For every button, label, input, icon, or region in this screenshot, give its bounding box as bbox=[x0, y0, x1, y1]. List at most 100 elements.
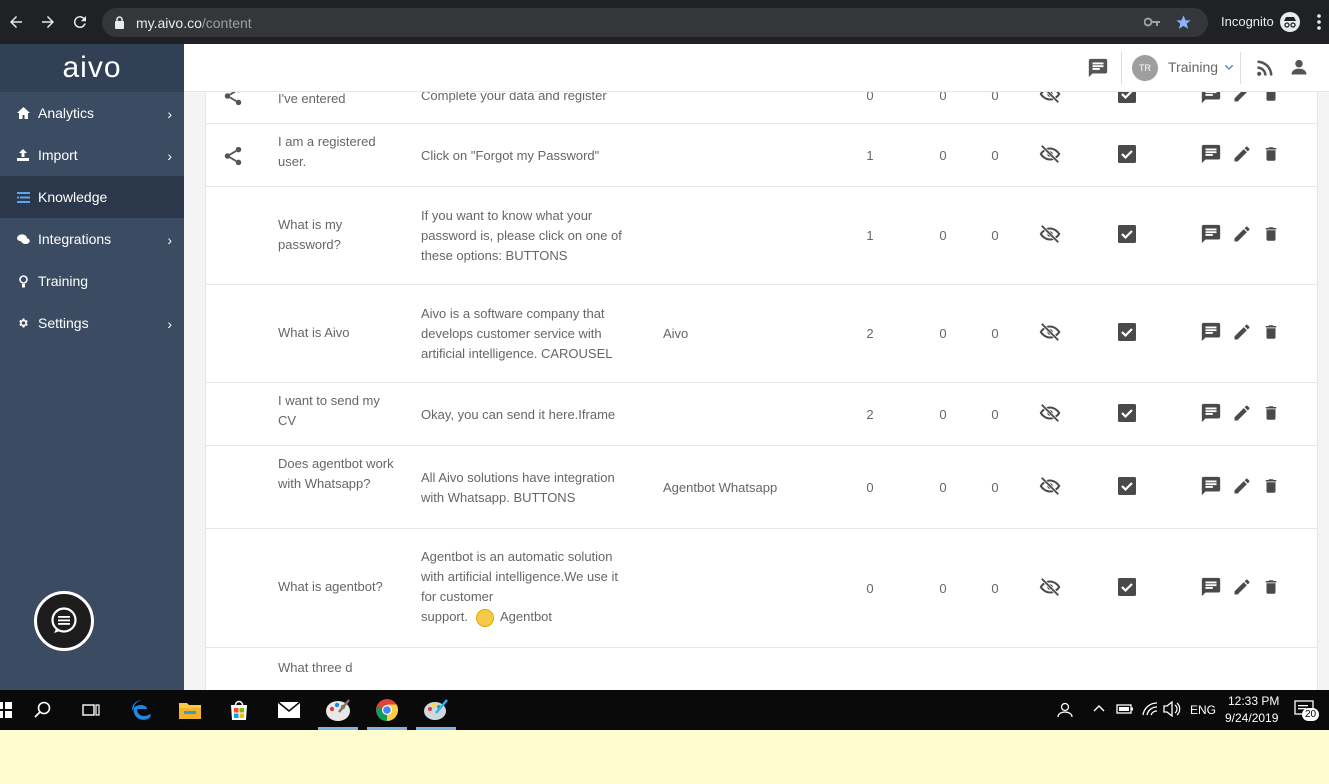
count-1: 0 bbox=[866, 92, 874, 103]
comment-icon[interactable] bbox=[1200, 223, 1222, 251]
visibility-off-icon[interactable] bbox=[1038, 321, 1062, 343]
enabled-checkbox[interactable] bbox=[1117, 476, 1137, 496]
delete-trash-icon[interactable] bbox=[1262, 577, 1280, 603]
sidebar-item-analytics[interactable]: Analytics › bbox=[0, 92, 184, 134]
delete-trash-icon[interactable] bbox=[1262, 322, 1280, 348]
share-icon[interactable] bbox=[222, 145, 246, 167]
question-text: I am a registered user. bbox=[278, 134, 376, 169]
delete-trash-icon[interactable] bbox=[1262, 92, 1280, 110]
back-arrow-icon[interactable] bbox=[5, 11, 27, 33]
count-3: 0 bbox=[991, 92, 999, 103]
paint-app-icon[interactable] bbox=[324, 696, 352, 724]
share-icon[interactable] bbox=[222, 92, 246, 107]
file-explorer-icon[interactable] bbox=[176, 696, 204, 724]
key-icon[interactable] bbox=[1144, 16, 1160, 28]
comment-icon[interactable] bbox=[1200, 576, 1222, 604]
chat-bubble-icon bbox=[51, 607, 77, 633]
clock-date[interactable]: 9/24/2019 bbox=[1225, 711, 1278, 725]
browser-menu-icon[interactable] bbox=[1316, 14, 1322, 30]
edit-pencil-icon[interactable] bbox=[1232, 144, 1252, 170]
tray-chevron-up-icon[interactable] bbox=[1093, 704, 1105, 712]
answer-text: Click on "Forgot my Password" bbox=[421, 147, 600, 163]
clock-time[interactable]: 12:33 PM bbox=[1228, 694, 1279, 708]
paint3d-app-icon[interactable] bbox=[422, 696, 450, 724]
chevron-right-icon: › bbox=[167, 316, 172, 332]
visibility-off-icon[interactable] bbox=[1038, 143, 1062, 165]
chrome-browser-icon[interactable] bbox=[373, 696, 401, 724]
sidebar-item-settings[interactable]: Settings › bbox=[0, 302, 184, 344]
edit-pencil-icon[interactable] bbox=[1232, 577, 1252, 603]
bookmark-star-icon[interactable] bbox=[1175, 14, 1192, 31]
enabled-checkbox[interactable] bbox=[1117, 322, 1137, 342]
enabled-checkbox[interactable] bbox=[1117, 224, 1137, 244]
url-text: my.aivo.co/content bbox=[136, 15, 252, 31]
answer-text-tail: support. bbox=[421, 609, 468, 624]
table-row: What is agentbot? Agentbot is an automati… bbox=[206, 529, 1317, 648]
count-2: 0 bbox=[939, 228, 947, 243]
count-2: 0 bbox=[939, 326, 947, 341]
visibility-off-icon[interactable] bbox=[1038, 402, 1062, 424]
table-row: I want to send my CV Okay, you can send i… bbox=[206, 383, 1317, 446]
edit-pencil-icon[interactable] bbox=[1232, 92, 1252, 110]
enabled-checkbox[interactable] bbox=[1117, 403, 1137, 423]
windows-start-icon[interactable] bbox=[0, 696, 18, 724]
count-1: 1 bbox=[866, 228, 874, 243]
comment-icon[interactable] bbox=[1200, 321, 1222, 349]
windows-taskbar: ENG 12:33 PM 9/24/2019 20 bbox=[0, 690, 1329, 730]
comment-icon[interactable] bbox=[1200, 92, 1222, 111]
user-profile-icon[interactable] bbox=[1289, 57, 1309, 77]
action-center-button[interactable]: 20 bbox=[1294, 700, 1320, 723]
enabled-checkbox[interactable] bbox=[1117, 144, 1137, 164]
delete-trash-icon[interactable] bbox=[1262, 476, 1280, 502]
knowledge-table: It's the first time that I've entered Com… bbox=[205, 92, 1318, 690]
language-indicator[interactable]: ENG bbox=[1190, 703, 1216, 717]
comment-icon[interactable] bbox=[1200, 475, 1222, 503]
chat-widget-button[interactable] bbox=[34, 591, 94, 651]
rss-feed-icon[interactable] bbox=[1255, 58, 1275, 78]
people-icon[interactable] bbox=[1055, 702, 1073, 718]
visibility-off-icon[interactable] bbox=[1038, 92, 1062, 105]
sidebar-item-training[interactable]: Training bbox=[0, 260, 184, 302]
edit-pencil-icon[interactable] bbox=[1232, 224, 1252, 250]
volume-icon[interactable] bbox=[1163, 701, 1181, 717]
edit-pencil-icon[interactable] bbox=[1232, 476, 1252, 502]
visibility-off-icon[interactable] bbox=[1038, 576, 1062, 598]
user-avatar[interactable]: TR bbox=[1132, 55, 1158, 81]
wifi-icon[interactable] bbox=[1141, 701, 1159, 717]
store-icon[interactable] bbox=[225, 696, 253, 724]
sidebar-item-knowledge[interactable]: Knowledge bbox=[0, 176, 184, 218]
visibility-off-icon[interactable] bbox=[1038, 223, 1062, 245]
count-3: 0 bbox=[991, 580, 999, 596]
comment-icon[interactable] bbox=[1200, 143, 1222, 171]
lightbulb-icon bbox=[16, 274, 30, 288]
incognito-icon[interactable] bbox=[1280, 12, 1300, 32]
messages-icon[interactable] bbox=[1087, 57, 1109, 79]
sidebar-item-import[interactable]: Import › bbox=[0, 134, 184, 176]
mail-icon[interactable] bbox=[275, 696, 303, 724]
delete-trash-icon[interactable] bbox=[1262, 224, 1280, 250]
question-text: I want to send my CV bbox=[278, 393, 380, 428]
sidebar-item-integrations[interactable]: Integrations › bbox=[0, 218, 184, 260]
task-view-icon[interactable] bbox=[77, 696, 105, 724]
forward-arrow-icon[interactable] bbox=[37, 11, 59, 33]
enabled-checkbox[interactable] bbox=[1117, 577, 1137, 597]
count-3: 0 bbox=[991, 479, 999, 495]
reload-icon[interactable] bbox=[69, 11, 91, 33]
edit-pencil-icon[interactable] bbox=[1232, 403, 1252, 429]
notification-count-badge: 20 bbox=[1302, 708, 1320, 721]
visibility-off-icon[interactable] bbox=[1038, 475, 1062, 497]
delete-trash-icon[interactable] bbox=[1262, 403, 1280, 429]
comment-icon[interactable] bbox=[1200, 402, 1222, 430]
answer-text: All Aivo solutions have integration with… bbox=[421, 469, 615, 505]
sidebar-item-label: Analytics bbox=[38, 105, 95, 121]
address-bar[interactable]: my.aivo.co/content bbox=[102, 8, 1208, 37]
edit-pencil-icon[interactable] bbox=[1232, 322, 1252, 348]
table-row: What is Aivo Aivo is a software company t… bbox=[206, 285, 1317, 383]
answer-text: If you want to know what your password i… bbox=[421, 208, 622, 263]
training-dropdown[interactable]: Training bbox=[1168, 59, 1234, 75]
enabled-checkbox[interactable] bbox=[1117, 92, 1137, 104]
battery-icon[interactable] bbox=[1116, 703, 1134, 715]
search-icon[interactable] bbox=[29, 696, 57, 724]
edge-browser-icon[interactable] bbox=[128, 696, 156, 724]
delete-trash-icon[interactable] bbox=[1262, 144, 1280, 170]
